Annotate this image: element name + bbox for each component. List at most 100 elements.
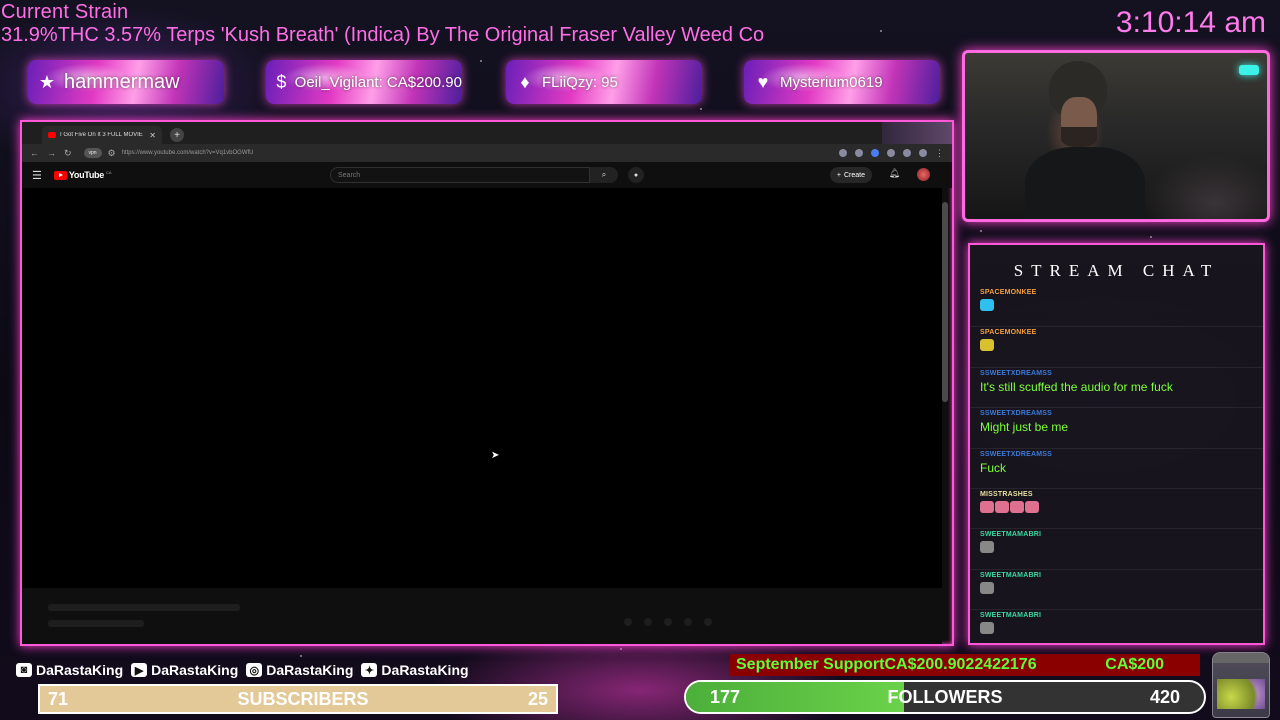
badge-text: Oeil_Vigilant: CA$200.90 <box>294 73 462 91</box>
youtube-header: ☰ YouTube CA Search ⌕ ● + Create 🔔︎ <box>22 162 952 188</box>
strain-description: 31.9%THC 3.57% Terps 'Kush Breath' (Indi… <box>1 24 765 46</box>
chat-title: STREAM CHAT <box>1013 261 1220 280</box>
chat-username[interactable]: SWEETMAMABRI <box>980 612 1253 619</box>
extension-icon[interactable] <box>887 149 895 157</box>
chat-username[interactable]: SPACEMONKEE <box>980 329 1253 336</box>
subscriber-count: 71 <box>48 688 69 709</box>
tab-title: I Got Five On It 3 FULL MOVIE <box>60 132 143 138</box>
reload-icon[interactable]: ↻ <box>64 148 72 159</box>
emote-icon <box>995 500 1009 513</box>
heart-icon: ♥ <box>757 71 769 92</box>
chat-message-body <box>980 500 1253 516</box>
chat-username[interactable]: SWEETMAMABRI <box>980 572 1253 579</box>
back-icon[interactable]: ← <box>30 148 39 158</box>
support-goal-bar: September Support CA$200.9022422176 CA$2… <box>730 654 1200 676</box>
chat-message: SWEETMAMABRI <box>970 570 1263 611</box>
chat-message-body: Might just be me <box>980 420 1253 434</box>
browser-menu-icon[interactable]: ⋮ <box>935 148 944 159</box>
social-handle: ◙ DaRastaKing <box>16 662 123 678</box>
chat-message-text: Might just be me <box>980 420 1069 435</box>
browser-capture: I Got Five On It 3 FULL MOVIE ✕ + ← → ↻ … <box>20 120 954 646</box>
search-icon[interactable]: ⌕ <box>590 167 618 183</box>
close-tab-icon[interactable]: ✕ <box>149 131 156 140</box>
subscriber-label: SUBSCRIBERS <box>237 688 369 709</box>
search-input[interactable]: Search <box>330 167 590 183</box>
emote-icon <box>1010 500 1024 513</box>
chat-message: MISSTRASHES <box>970 489 1263 530</box>
emote-icon <box>1025 500 1039 513</box>
youtube-logo[interactable]: YouTube CA <box>53 169 112 180</box>
youtube-wordmark: YouTube <box>68 170 104 180</box>
youtube-icon: ▶ <box>131 663 148 677</box>
bookmark-icon[interactable] <box>855 149 863 157</box>
chat-message: SWEETMAMABRI <box>970 529 1263 570</box>
profile-icon[interactable] <box>919 149 927 157</box>
create-label: Create <box>843 171 865 179</box>
address-bar[interactable]: vpn ⚙ https://www.youtube.com/watch?v=Vq… <box>79 147 831 159</box>
browser-tabbar: I Got Five On It 3 FULL MOVIE ✕ + <box>22 122 952 144</box>
loading-skeleton <box>48 604 240 611</box>
extension-icon[interactable] <box>903 149 911 157</box>
webcam-feed <box>962 50 1270 222</box>
browser-tab[interactable]: I Got Five On It 3 FULL MOVIE ✕ <box>42 126 162 144</box>
subscriber-goal-bar: 71 SUBSCRIBERS 25 <box>38 684 558 714</box>
emote-icon <box>980 541 994 554</box>
mouse-cursor-icon: ➤ <box>491 450 500 461</box>
chat-username[interactable]: MISSTRASHES <box>980 491 1253 498</box>
social-handle-text: DaRastaKing <box>266 662 354 678</box>
microphone-icon[interactable]: ● <box>628 167 644 183</box>
forward-icon[interactable]: → <box>47 148 56 158</box>
search-placeholder: Search <box>338 171 361 179</box>
country-code: CA <box>105 169 112 175</box>
diamond-icon: ♦ <box>520 71 530 92</box>
jar-icon <box>1212 652 1270 718</box>
follower-goal: 420 <box>1149 686 1180 707</box>
chat-message: SPACEMONKEE <box>970 287 1263 328</box>
jar-contents <box>1217 679 1265 709</box>
address-url: https://www.youtube.com/watch?v=Vq1vbOGW… <box>121 150 254 156</box>
chat-username[interactable]: SSWEETXDREAMSS <box>980 410 1253 417</box>
support-label: September Support <box>736 656 885 673</box>
social-handle: ✦ DaRastaKing <box>361 662 469 678</box>
plus-icon: + <box>836 171 841 179</box>
chat-username[interactable]: SSWEETXDREAMSS <box>980 370 1253 377</box>
loading-skeleton <box>48 620 144 627</box>
chat-message-body <box>980 299 1253 314</box>
badge-latest-follower: ★ hammermaw <box>28 60 224 104</box>
badge-text: hammermaw <box>64 70 180 93</box>
chat-message-body <box>980 541 1253 556</box>
new-tab-icon[interactable]: + <box>170 128 184 142</box>
site-info-icon[interactable]: ⚙ <box>108 148 116 159</box>
extension-icon[interactable] <box>839 149 847 157</box>
notifications-bell-icon[interactable]: 🔔︎ <box>889 168 900 179</box>
create-button[interactable]: + Create <box>829 167 872 183</box>
loading-dot <box>684 618 692 626</box>
chat-message-body <box>980 581 1253 597</box>
social-handle-text: DaRastaKing <box>381 662 469 678</box>
strain-title: Current Strain <box>1 1 129 23</box>
badge-text: Mysterium0619 <box>780 73 883 91</box>
clock: 3:10:14 am <box>1115 6 1266 39</box>
chat-username[interactable]: SWEETMAMABRI <box>980 531 1253 538</box>
chat-message: SSWEETXDREAMSS Fuck <box>970 449 1263 489</box>
emote-icon <box>980 500 994 513</box>
subscriber-goal: 25 <box>527 688 548 709</box>
video-player[interactable]: ➤ <box>22 188 942 588</box>
page-scrollbar[interactable] <box>942 202 948 402</box>
extension-icon[interactable] <box>871 149 879 157</box>
loading-dot <box>704 618 712 626</box>
social-handle-text: DaRastaKing <box>151 662 239 678</box>
chat-username[interactable]: SPACEMONKEE <box>980 289 1253 296</box>
chat-username[interactable]: SSWEETXDREAMSS <box>980 451 1253 458</box>
badge-latest-donation: $ Oeil_Vigilant: CA$200.90 <box>266 60 462 104</box>
chat-message-body: It's still scuffed the audio for me fuck <box>980 380 1253 394</box>
tab-strip-theme <box>882 122 952 144</box>
follower-goal-bar: 177 FOLLOWERS 420 <box>684 680 1206 714</box>
hamburger-menu-icon[interactable]: ☰ <box>32 169 42 182</box>
loading-dot <box>664 618 672 626</box>
stream-chat: STREAM CHAT SPACEMONKEE SPACEMONKEE SSWEET… <box>968 243 1265 645</box>
badge-latest-subscriber: ♥ Mysterium0619 <box>744 60 940 104</box>
vpn-chip-icon[interactable]: vpn <box>83 148 102 158</box>
badge-text: FLiiQzy: 95 <box>542 73 618 91</box>
avatar[interactable] <box>917 168 930 181</box>
